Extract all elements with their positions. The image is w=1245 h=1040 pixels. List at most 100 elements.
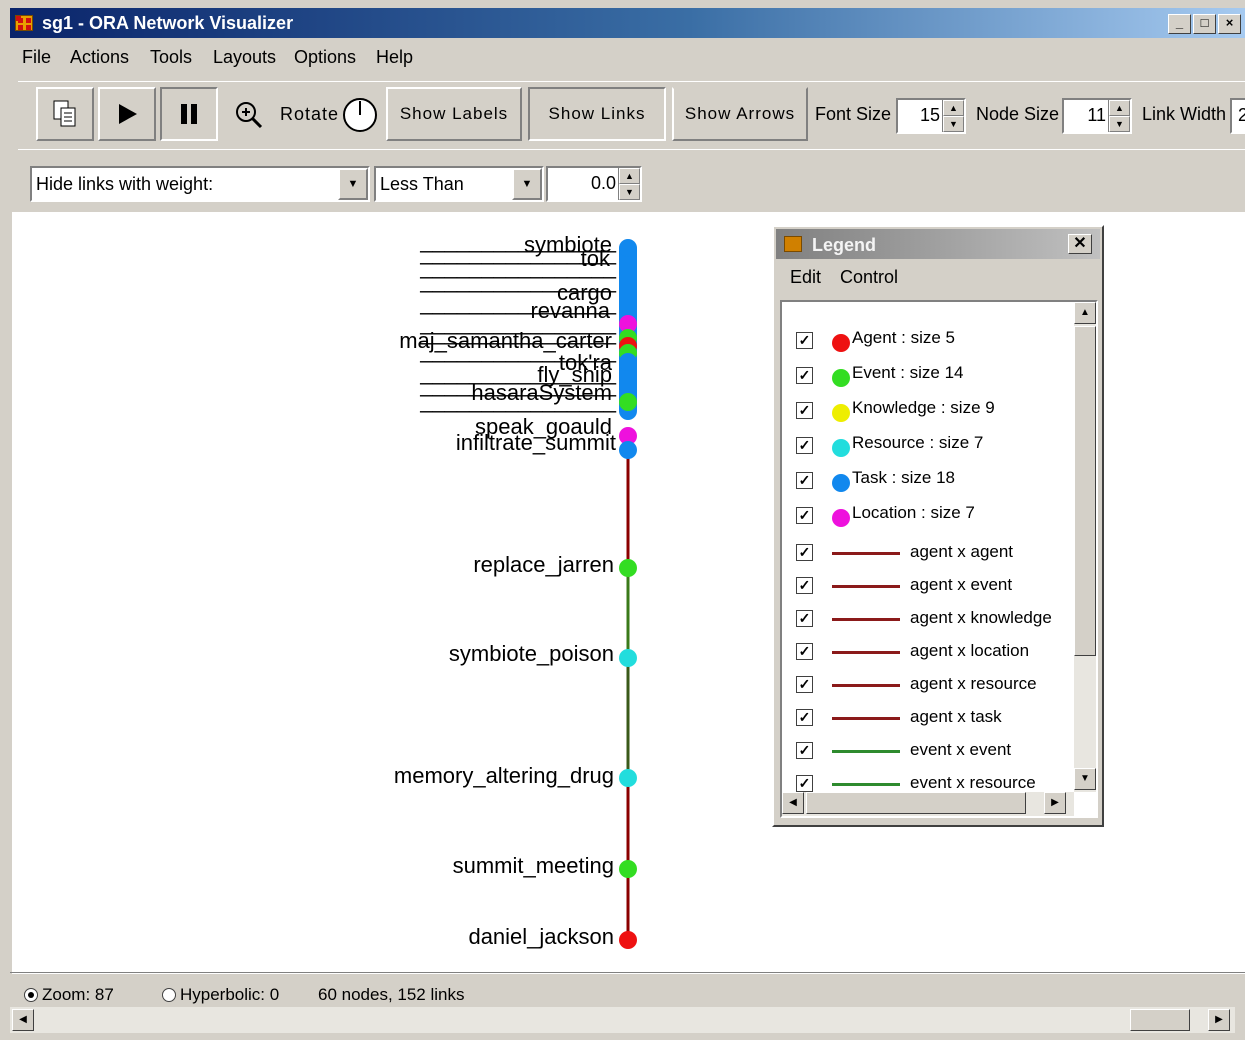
horizontal-scrollbar[interactable]: ◀ ▶ [10, 1007, 1235, 1033]
graph-node[interactable] [619, 931, 637, 949]
menu-tools[interactable]: Tools [150, 47, 192, 68]
close-icon[interactable]: ✕ [1068, 234, 1092, 254]
graph-node[interactable] [619, 649, 637, 667]
comparator-select[interactable]: Less Than ▼ [374, 166, 544, 202]
legend-horizontal-scrollbar[interactable]: ◀ ▶ [782, 792, 1074, 816]
node-size-stepper[interactable]: 11 ▲ ▼ [1062, 98, 1132, 134]
checkbox-checked-icon[interactable]: ✓ [796, 709, 813, 726]
node-size-down-icon[interactable]: ▼ [1109, 116, 1130, 132]
legend-title: Legend [812, 235, 877, 255]
scroll-thumb[interactable] [1130, 1009, 1190, 1031]
checkbox-checked-icon[interactable]: ✓ [796, 577, 813, 594]
menu-file[interactable]: File [22, 47, 51, 68]
minimize-button[interactable]: _ [1168, 14, 1191, 34]
legend-node-knowledge[interactable]: ✓ Knowledge : size 9 [796, 398, 1076, 422]
show-arrows-button[interactable]: Show Arrows [672, 87, 808, 141]
legend-title-bar[interactable]: Legend ✕ [776, 229, 1100, 259]
scroll-left-icon[interactable]: ◀ [12, 1009, 34, 1031]
legend-node-task[interactable]: ✓ Task : size 18 [796, 468, 1076, 492]
legend-node-agent[interactable]: ✓ Agent : size 5 [796, 328, 1076, 352]
legend-link-agent-resource[interactable]: ✓ agent x resource [796, 672, 1076, 696]
checkbox-checked-icon[interactable]: ✓ [796, 610, 813, 627]
zoom-radio[interactable]: Zoom: 87 [24, 985, 114, 1005]
legend-link-event-event[interactable]: ✓ event x event [796, 738, 1076, 762]
chevron-down-icon[interactable]: ▼ [512, 168, 542, 200]
threshold-down-icon[interactable]: ▼ [619, 184, 640, 200]
radio-selected-icon[interactable] [24, 988, 38, 1002]
close-button[interactable]: × [1218, 14, 1241, 34]
zoom-in-icon[interactable] [234, 100, 264, 135]
checkbox-checked-icon[interactable]: ✓ [796, 402, 813, 419]
legend-node-event[interactable]: ✓ Event : size 14 [796, 363, 1076, 387]
checkbox-checked-icon[interactable]: ✓ [796, 437, 813, 454]
link-line-icon [832, 684, 900, 687]
link-width-stepper[interactable]: 2 [1230, 98, 1245, 134]
checkbox-checked-icon[interactable]: ✓ [796, 742, 813, 759]
graph-node[interactable] [619, 860, 637, 878]
threshold-up-icon[interactable]: ▲ [619, 168, 640, 184]
legend-link-agent-location[interactable]: ✓ agent x location [796, 639, 1076, 663]
legend-item-label: agent x agent [910, 542, 1014, 561]
legend-link-agent-knowledge[interactable]: ✓ agent x knowledge [796, 606, 1076, 630]
threshold-stepper[interactable]: 0.0 ▲ ▼ [546, 166, 642, 202]
link-filter-bar: Hide links with weight: ▼ Less Than ▼ 0.… [18, 149, 1245, 211]
chevron-down-icon[interactable]: ▼ [338, 168, 368, 200]
show-labels-button[interactable]: Show Labels [386, 87, 522, 141]
font-size-stepper[interactable]: 15 ▲ ▼ [896, 98, 966, 134]
legend-menu-edit[interactable]: Edit [790, 267, 821, 288]
menu-options[interactable]: Options [294, 47, 356, 68]
graph-node-label: daniel_jackson [468, 924, 614, 949]
graph-node[interactable] [619, 769, 637, 787]
checkbox-checked-icon[interactable]: ✓ [796, 332, 813, 349]
menu-layouts[interactable]: Layouts [213, 47, 276, 68]
scroll-left-icon[interactable]: ◀ [782, 792, 804, 814]
graph-node[interactable] [619, 559, 637, 577]
ora-app-icon [784, 236, 802, 252]
scroll-down-icon[interactable]: ▼ [1074, 768, 1096, 790]
checkbox-checked-icon[interactable]: ✓ [796, 676, 813, 693]
legend-window[interactable]: Legend ✕ Edit Control ✓ Agent : size 5 ✓ E… [772, 225, 1104, 827]
checkbox-checked-icon[interactable]: ✓ [796, 544, 813, 561]
font-size-label: Font Size [815, 104, 892, 124]
agent-dot-icon [832, 334, 850, 352]
legend-item-label: Resource : size 7 [852, 433, 984, 452]
checkbox-checked-icon[interactable]: ✓ [796, 367, 813, 384]
scroll-right-icon[interactable]: ▶ [1044, 792, 1066, 814]
play-button[interactable] [98, 87, 156, 141]
rotate-label: Rotate [280, 104, 340, 124]
maximize-button[interactable]: □ [1193, 14, 1216, 34]
legend-link-agent-task[interactable]: ✓ agent x task [796, 705, 1076, 729]
font-size-up-icon[interactable]: ▲ [943, 100, 964, 116]
radio-icon[interactable] [162, 988, 176, 1002]
menu-actions[interactable]: Actions [70, 47, 129, 68]
graph-node-label: infiltrate_summit [456, 430, 616, 455]
scroll-thumb[interactable] [1074, 326, 1096, 656]
hide-links-select[interactable]: Hide links with weight: ▼ [30, 166, 370, 202]
hyperbolic-radio[interactable]: Hyperbolic: 0 [162, 985, 279, 1005]
font-size-down-icon[interactable]: ▼ [943, 116, 964, 132]
scroll-thumb[interactable] [806, 792, 1026, 814]
pause-button[interactable] [160, 87, 218, 141]
legend-vertical-scrollbar[interactable]: ▲ ▼ [1074, 302, 1096, 792]
node-cluster[interactable] [619, 239, 637, 459]
node-size-up-icon[interactable]: ▲ [1109, 100, 1130, 116]
checkbox-checked-icon[interactable]: ✓ [796, 472, 813, 489]
checkbox-checked-icon[interactable]: ✓ [796, 775, 813, 792]
scroll-right-icon[interactable]: ▶ [1208, 1009, 1230, 1031]
checkbox-checked-icon[interactable]: ✓ [796, 507, 813, 524]
legend-node-resource[interactable]: ✓ Resource : size 7 [796, 433, 1076, 457]
checkbox-checked-icon[interactable]: ✓ [796, 643, 813, 660]
rotate-dial-icon[interactable] [342, 97, 378, 138]
menu-help[interactable]: Help [376, 47, 413, 68]
toolbar: Rotate Show Labels Show Links Show Arrow… [18, 81, 1245, 143]
copy-button[interactable] [36, 87, 94, 141]
svg-text:________________: ________________ [419, 388, 617, 413]
legend-link-agent-event[interactable]: ✓ agent x event [796, 573, 1076, 597]
scroll-up-icon[interactable]: ▲ [1074, 302, 1096, 324]
legend-menu-control[interactable]: Control [840, 267, 898, 288]
legend-link-agent-agent[interactable]: ✓ agent x agent [796, 540, 1076, 564]
legend-node-location[interactable]: ✓ Location : size 7 [796, 503, 1076, 527]
graph-node-label: replace_jarren [473, 552, 614, 577]
show-links-button[interactable]: Show Links [528, 87, 666, 141]
graph-node-label: summit_meeting [453, 853, 614, 878]
